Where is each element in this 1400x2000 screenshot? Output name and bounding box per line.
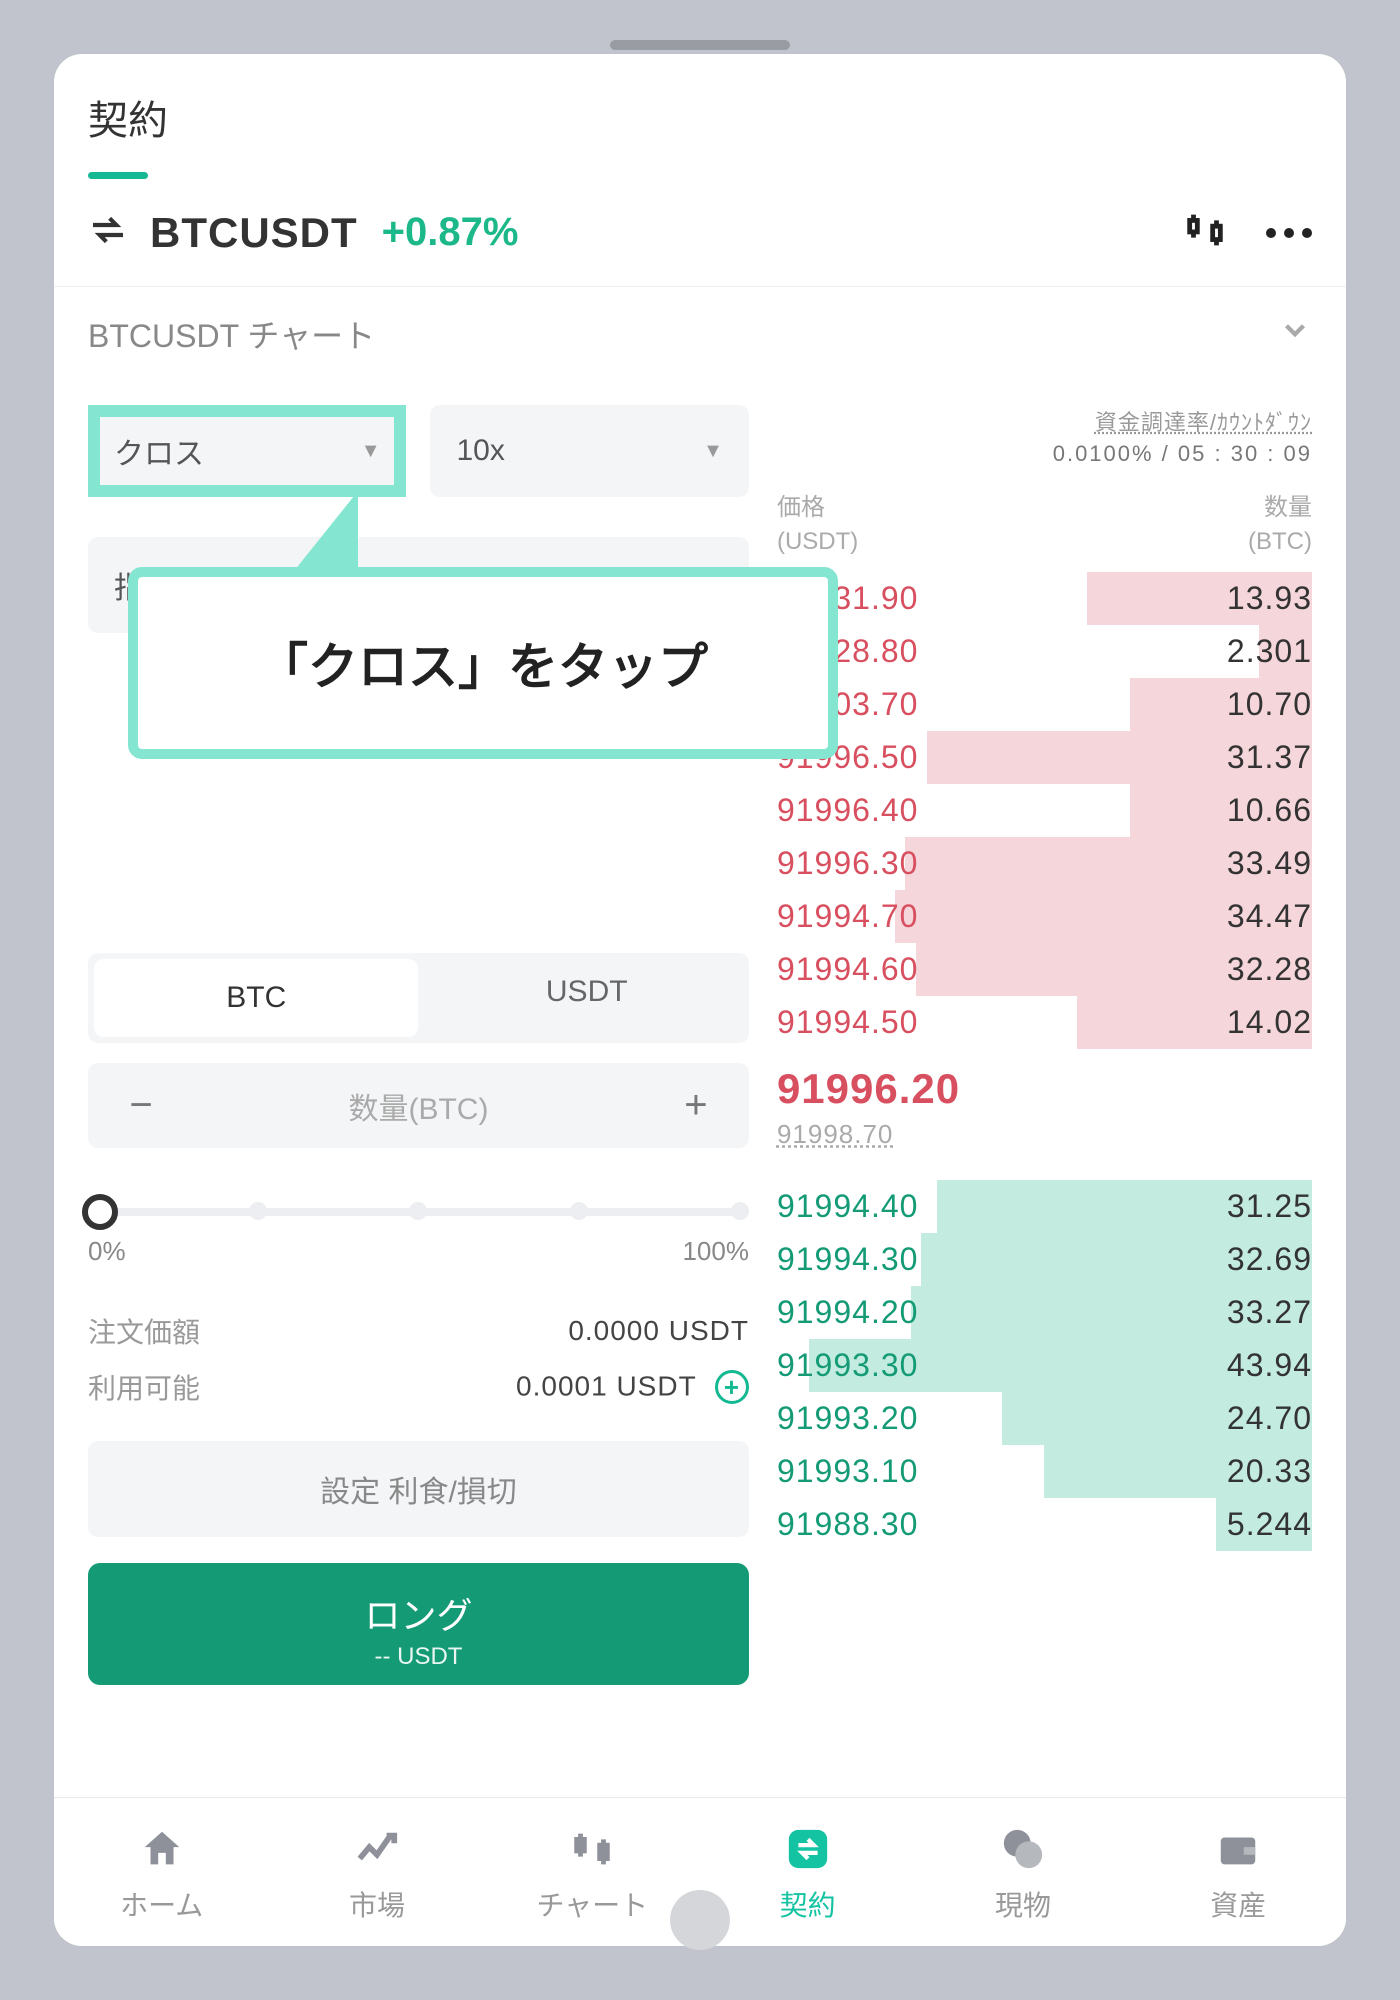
caret-down-icon: ▼ — [703, 440, 723, 463]
orderbook-bid-row[interactable]: 91994.3032.69 — [777, 1233, 1312, 1286]
long-button-label: ロング — [88, 1587, 749, 1639]
chart-icon — [485, 1824, 700, 1874]
slider-handle[interactable] — [82, 1194, 118, 1230]
quantity-placeholder: 数量(BTC) — [166, 1084, 671, 1128]
nav-chart[interactable]: チャート — [485, 1798, 700, 1946]
orderbook-bid-row[interactable]: 91994.4031.25 — [777, 1180, 1312, 1233]
mark-price: 91998.70 — [777, 1119, 1312, 1150]
unit-tab-btc[interactable]: BTC — [94, 959, 418, 1037]
spot-icon — [915, 1824, 1130, 1874]
contract-icon — [700, 1824, 915, 1874]
change-percent: +0.87% — [382, 210, 519, 255]
orderbook-ask-row[interactable]: 91996.4010.66 — [777, 784, 1312, 837]
available-label: 利用可能 — [88, 1367, 200, 1407]
minus-button[interactable]: − — [116, 1083, 166, 1128]
nav-assets[interactable]: 資産 — [1131, 1798, 1346, 1946]
more-icon[interactable] — [1266, 228, 1312, 238]
orderbook-bid-row[interactable]: 91994.2033.27 — [777, 1286, 1312, 1339]
add-funds-icon[interactable]: + — [715, 1370, 749, 1404]
quantity-stepper[interactable]: − 数量(BTC) + — [88, 1063, 749, 1148]
tab-contract[interactable]: 契約 — [88, 88, 1312, 146]
nav-market[interactable]: 市場 — [269, 1798, 484, 1946]
tpsl-button[interactable]: 設定 利食/損切 — [88, 1441, 749, 1537]
orderbook-ask-row[interactable]: 91996.3033.49 — [777, 837, 1312, 890]
tab-underline — [88, 172, 148, 179]
nav-contract[interactable]: 契約 — [700, 1798, 915, 1946]
margin-mode-dropdown[interactable]: クロス ▼ — [88, 405, 406, 497]
orderbook-ask-row[interactable]: 91994.5014.02 — [777, 996, 1312, 1049]
order-value-label: 注文価額 — [88, 1311, 200, 1351]
instruction-callout: 「クロス」をタップ — [128, 567, 838, 759]
nav-spot[interactable]: 現物 — [915, 1798, 1130, 1946]
unit-tab-usdt[interactable]: USDT — [424, 953, 748, 1043]
wallet-icon — [1131, 1824, 1346, 1874]
chevron-down-icon — [1278, 313, 1312, 355]
pair-symbol[interactable]: BTCUSDT — [150, 209, 358, 257]
orderbook-ask-row[interactable]: 92031.9013.93 — [777, 572, 1312, 625]
orderbook-ask-row[interactable]: 91994.6032.28 — [777, 943, 1312, 996]
chart-toggle-row[interactable]: BTCUSDT チャート — [54, 287, 1346, 381]
orderbook-header: 価格(USDT) 数量(BTC) — [777, 491, 1312, 558]
orderbook-bid-row[interactable]: 91993.3043.94 — [777, 1339, 1312, 1392]
long-button-sub: -- USDT — [88, 1643, 749, 1671]
leverage-dropdown[interactable]: 10x ▼ — [430, 405, 748, 497]
funding-label: 資金調達率/ｶｳﾝﾄﾀﾞｳﾝ — [777, 405, 1312, 437]
orderbook-bid-row[interactable]: 91993.1020.33 — [777, 1445, 1312, 1498]
funding-value: 0.0100% / 05 : 30 : 09 — [777, 441, 1312, 467]
orderbook-ask-row[interactable]: 91994.7034.47 — [777, 890, 1312, 943]
orderbook-bid-row[interactable]: 91988.305.244 — [777, 1498, 1312, 1551]
tablet-notch — [610, 40, 790, 50]
orderbook-ask-row[interactable]: 92028.802.301 — [777, 625, 1312, 678]
swap-icon[interactable] — [88, 210, 128, 255]
order-value: 0.0000 USDT — [568, 1315, 749, 1347]
orderbook-ask-row[interactable]: 91996.5031.37 — [777, 731, 1312, 784]
candlestick-icon[interactable] — [1182, 207, 1228, 258]
orderbook-bid-row[interactable]: 91993.2024.70 — [777, 1392, 1312, 1445]
orderbook-bids: 91994.4031.2591994.3032.6991994.2033.279… — [777, 1180, 1312, 1551]
long-button[interactable]: ロング -- USDT — [88, 1563, 749, 1685]
available-value: 0.0001 USDT + — [516, 1370, 749, 1404]
slider-max-label: 100% — [682, 1236, 749, 1267]
orderbook-ask-row[interactable]: 92003.7010.70 — [777, 678, 1312, 731]
funding-info: 資金調達率/ｶｳﾝﾄﾀﾞｳﾝ 0.0100% / 05 : 30 : 09 — [777, 405, 1312, 467]
caret-down-icon: ▼ — [361, 440, 381, 463]
market-icon — [269, 1824, 484, 1874]
slider-min-label: 0% — [88, 1236, 126, 1267]
percent-slider[interactable]: 0% 100% — [88, 1208, 749, 1267]
last-price: 91996.20 — [777, 1065, 1312, 1113]
plus-button[interactable]: + — [671, 1083, 721, 1128]
chart-label: BTCUSDT チャート — [88, 311, 375, 357]
unit-tabs: BTC USDT — [88, 953, 749, 1043]
leverage-label: 10x — [456, 434, 504, 468]
home-icon — [54, 1824, 269, 1874]
home-indicator[interactable] — [670, 1890, 730, 1950]
margin-mode-label: クロス — [114, 429, 204, 473]
nav-home[interactable]: ホーム — [54, 1798, 269, 1946]
orderbook-asks: 92031.9013.9392028.802.30192003.7010.709… — [777, 572, 1312, 1049]
